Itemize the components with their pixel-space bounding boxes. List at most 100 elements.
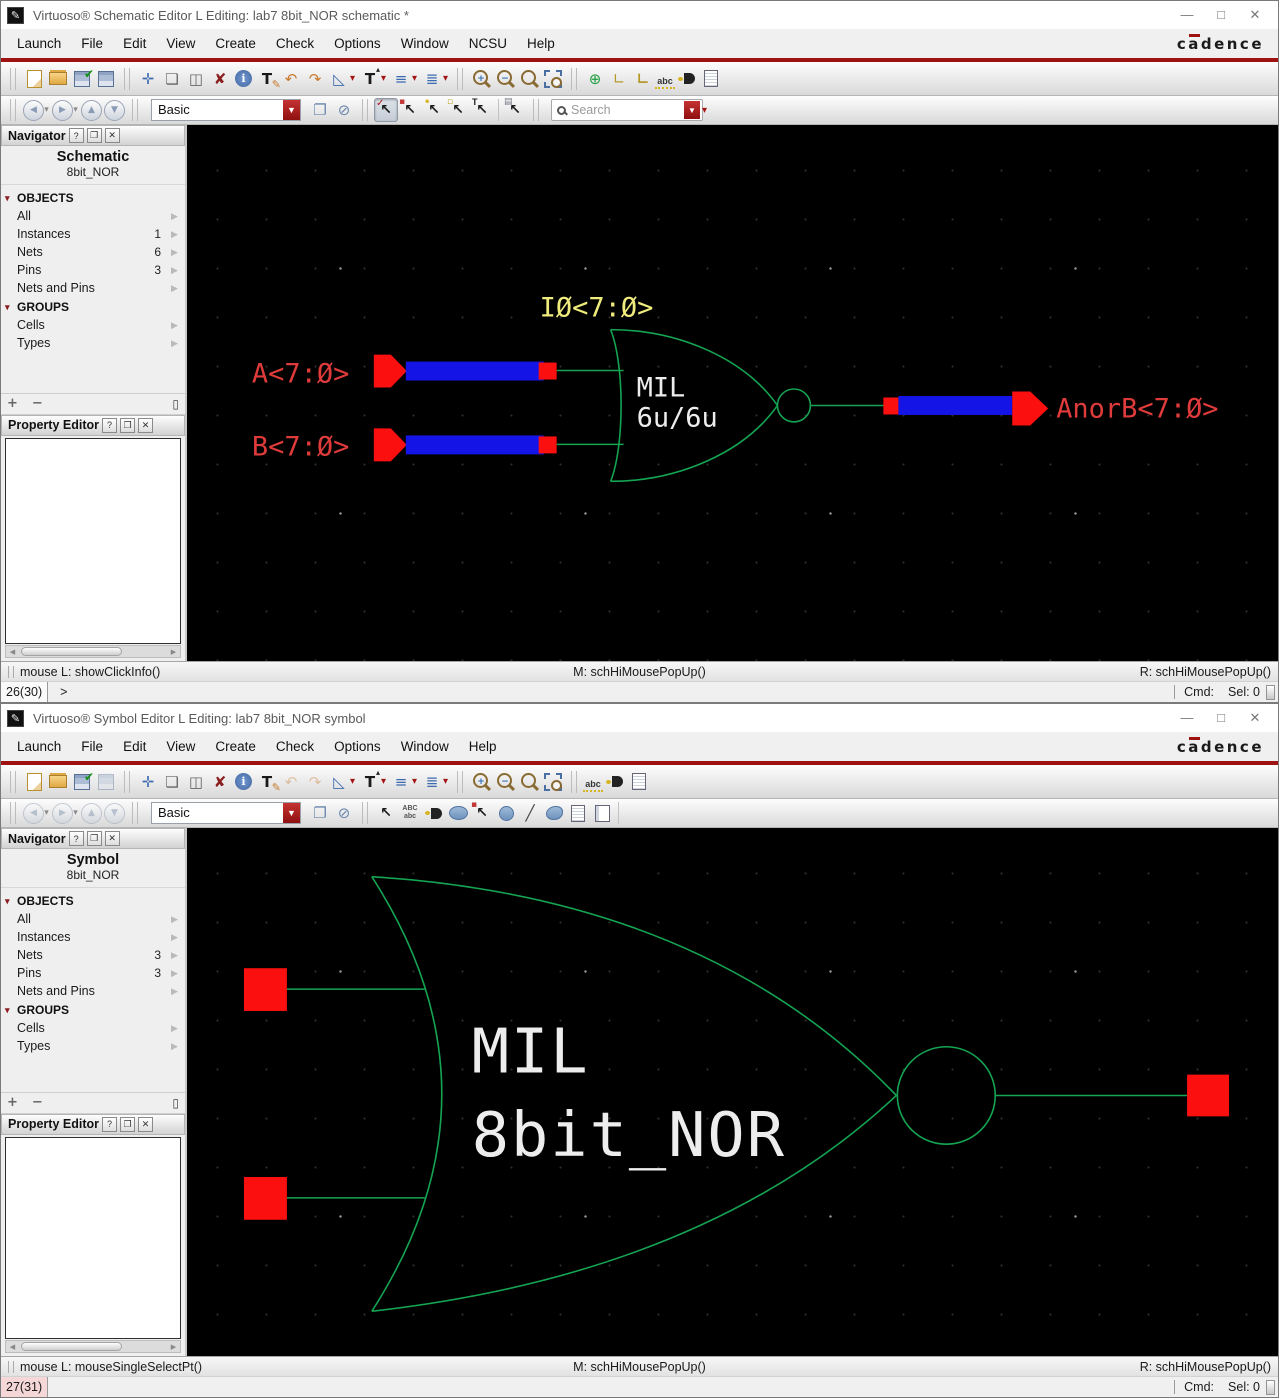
maximize-button[interactable]: □ xyxy=(1204,7,1238,23)
nav-forward-icon[interactable]: ▶ xyxy=(52,802,73,824)
schematic-canvas[interactable]: IØ<7:Ø> A<7:Ø> B<7:Ø> MIL 6u/6u AnorB<7:… xyxy=(187,125,1278,661)
menu-window[interactable]: Window xyxy=(391,32,459,55)
nav-back-icon[interactable]: ◀ xyxy=(23,802,44,824)
navigator-header[interactable]: Navigator ? ❐ ✕ xyxy=(1,125,185,146)
tree-item-all[interactable]: All ▶ xyxy=(1,910,185,928)
add-note-icon[interactable] xyxy=(699,67,723,91)
input-pin-a[interactable] xyxy=(373,354,407,388)
combo-dropdown-button[interactable]: ▼ xyxy=(283,803,300,823)
add-pin-icon[interactable] xyxy=(675,67,699,91)
polygon-tool-icon[interactable] xyxy=(542,801,566,825)
bus-a-terminal[interactable] xyxy=(538,362,557,380)
zoom-to-selected-icon[interactable] xyxy=(517,67,541,91)
zoom-out-icon[interactable]: − xyxy=(493,67,517,91)
open-file-icon[interactable] xyxy=(46,67,70,91)
add-filter-button[interactable]: + xyxy=(7,396,18,411)
descend-disable-icon[interactable]: ⊘ xyxy=(332,801,356,825)
tree-item-cells[interactable]: Cells ▶ xyxy=(1,316,185,334)
statusbar-grip[interactable] xyxy=(8,665,14,678)
circle-tool-icon[interactable] xyxy=(494,801,518,825)
statusbar-grip[interactable] xyxy=(8,1360,14,1373)
tree-item-instances[interactable]: Instances ▶ xyxy=(1,928,185,946)
distribute-caret-icon[interactable]: ▾ xyxy=(440,67,451,91)
command-prompt[interactable]: > xyxy=(48,685,79,699)
menu-ncsu[interactable]: NCSU xyxy=(459,32,517,55)
navigator-float-button[interactable]: ❐ xyxy=(86,128,102,143)
tree-section-groups[interactable]: ▾ GROUPS xyxy=(1,1000,185,1019)
align-caret-icon[interactable]: ▾ xyxy=(409,67,420,91)
nav-up-icon[interactable]: ▲ xyxy=(81,99,102,121)
symbol-library-label[interactable]: MIL xyxy=(472,1016,590,1088)
rotate-caret-icon[interactable]: ▾ xyxy=(347,770,358,794)
menu-launch[interactable]: Launch xyxy=(7,735,71,758)
menu-create[interactable]: Create xyxy=(205,32,266,55)
remove-filter-button[interactable]: − xyxy=(32,1095,43,1110)
line-tool-icon[interactable]: ╱ xyxy=(518,801,542,825)
rotate-caret-icon[interactable]: ▾ xyxy=(347,67,358,91)
add-instance-icon[interactable]: ⊕ xyxy=(583,67,607,91)
remove-filter-button[interactable]: − xyxy=(32,396,43,411)
check-and-save-icon[interactable] xyxy=(70,770,94,794)
nav-forward-icon[interactable]: ▶ xyxy=(52,99,73,121)
menu-options[interactable]: Options xyxy=(324,735,391,758)
menu-window[interactable]: Window xyxy=(391,735,459,758)
bus-b-terminal[interactable] xyxy=(538,436,557,454)
symbol-cell-label[interactable]: 8bit_NOR xyxy=(472,1099,786,1171)
search-options-caret-icon[interactable]: ▾ xyxy=(699,98,710,122)
tree-item-all[interactable]: All ▶ xyxy=(1,207,185,225)
search-input[interactable] xyxy=(568,103,684,117)
title-bar[interactable]: ✎ Virtuoso® Schematic Editor L Editing: … xyxy=(1,1,1278,29)
property-editor-scrollbar[interactable]: ◀ ▶ xyxy=(5,645,181,658)
delete-icon[interactable]: ✘ xyxy=(208,67,232,91)
property-editor-body[interactable] xyxy=(5,437,181,644)
resize-grip[interactable] xyxy=(1266,684,1275,700)
menu-file[interactable]: File xyxy=(71,32,113,55)
bus-b[interactable] xyxy=(405,435,544,455)
add-note-icon[interactable] xyxy=(627,770,651,794)
menu-edit[interactable]: Edit xyxy=(113,735,156,758)
bus-a[interactable] xyxy=(405,361,544,381)
tree-item-types[interactable]: Types ▶ xyxy=(1,1037,185,1055)
menu-view[interactable]: View xyxy=(156,735,205,758)
minimize-button[interactable]: — xyxy=(1170,7,1204,23)
form-tool-icon[interactable] xyxy=(590,801,614,825)
undo-icon[interactable]: ↶ xyxy=(279,67,303,91)
gate-library-label[interactable]: MIL xyxy=(637,373,686,404)
property-editor-float-button[interactable]: ❐ xyxy=(120,1116,135,1132)
text-select-icon[interactable]: ↖ xyxy=(470,97,494,122)
combo-dropdown-button[interactable]: ▼ xyxy=(283,100,300,120)
scroll-left-icon[interactable]: ◀ xyxy=(6,648,19,656)
symbol-pin-b[interactable] xyxy=(243,1177,287,1220)
tree-item-pins[interactable]: Pins 3 ▶ xyxy=(1,964,185,982)
tree-item-nets-and-pins[interactable]: Nets and Pins ▶ xyxy=(1,279,185,297)
input-b-label[interactable]: B<7:Ø> xyxy=(252,431,349,462)
stretch-icon[interactable]: ◫ xyxy=(184,67,208,91)
property-editor-header[interactable]: Property Editor ? ❐ ✕ xyxy=(1,414,185,436)
ellipse-tool-icon[interactable] xyxy=(446,801,470,825)
redo-icon[interactable]: ↷ xyxy=(303,770,327,794)
property-editor-body[interactable] xyxy=(5,1136,181,1339)
view-level-combo[interactable]: Basic ▼ xyxy=(151,802,301,824)
properties-info-icon[interactable]: i xyxy=(235,70,252,87)
menu-check[interactable]: Check xyxy=(266,32,324,55)
scroll-right-icon[interactable]: ▶ xyxy=(167,1343,180,1351)
properties-info-icon[interactable]: i xyxy=(235,773,252,790)
zoom-to-selected-icon[interactable] xyxy=(517,770,541,794)
navigator-help-button[interactable]: ? xyxy=(68,831,84,846)
navigator-close-button[interactable]: ✕ xyxy=(104,128,120,143)
tree-item-types[interactable]: Types ▶ xyxy=(1,334,185,352)
menu-help[interactable]: Help xyxy=(459,735,507,758)
navigator-help-button[interactable]: ? xyxy=(68,128,84,143)
zoom-in-icon[interactable]: + xyxy=(469,67,493,91)
property-editor-float-button[interactable]: ❐ xyxy=(120,417,135,433)
resize-grip[interactable] xyxy=(1266,1379,1275,1395)
descend-disable-icon[interactable]: ⊘ xyxy=(332,98,356,122)
stretch-cursor-icon[interactable]: ↖ xyxy=(470,800,494,825)
scroll-left-icon[interactable]: ◀ xyxy=(6,1343,19,1351)
symbol-canvas[interactable]: MIL 8bit_NOR xyxy=(187,828,1278,1356)
scroll-right-icon[interactable]: ▶ xyxy=(167,648,180,656)
add-pin-icon[interactable] xyxy=(603,770,627,794)
navigator-close-button[interactable]: ✕ xyxy=(104,831,120,846)
add-label-icon[interactable]: abc xyxy=(583,778,603,792)
align-caret-icon[interactable]: ▾ xyxy=(409,770,420,794)
